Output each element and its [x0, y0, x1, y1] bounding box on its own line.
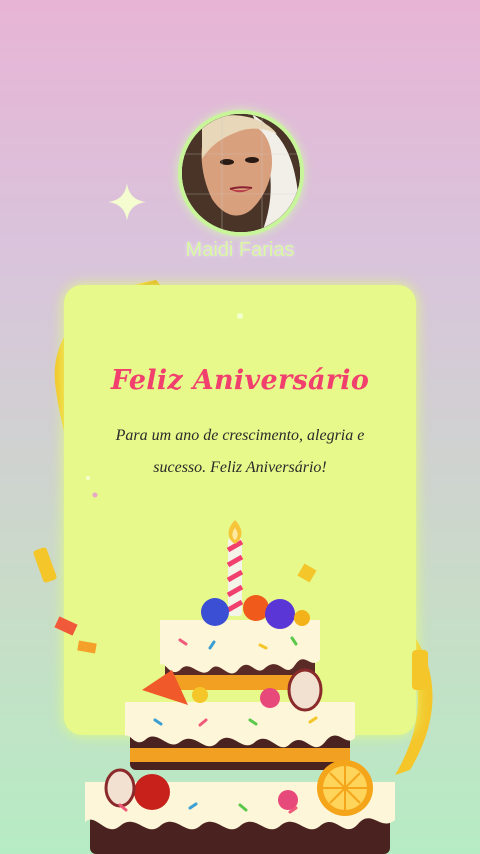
- profile-photo-icon: [182, 114, 300, 232]
- card-title: Feliz Aniversário: [110, 365, 370, 396]
- birthday-cake-illustration: [85, 520, 395, 854]
- confetti-piece: [33, 547, 57, 583]
- avatar[interactable]: [178, 110, 304, 236]
- sparkle-icon: [108, 183, 146, 221]
- user-name[interactable]: Maidi Farias: [0, 239, 480, 262]
- card-message: Para um ano de crescimento, alegria e su…: [115, 427, 365, 476]
